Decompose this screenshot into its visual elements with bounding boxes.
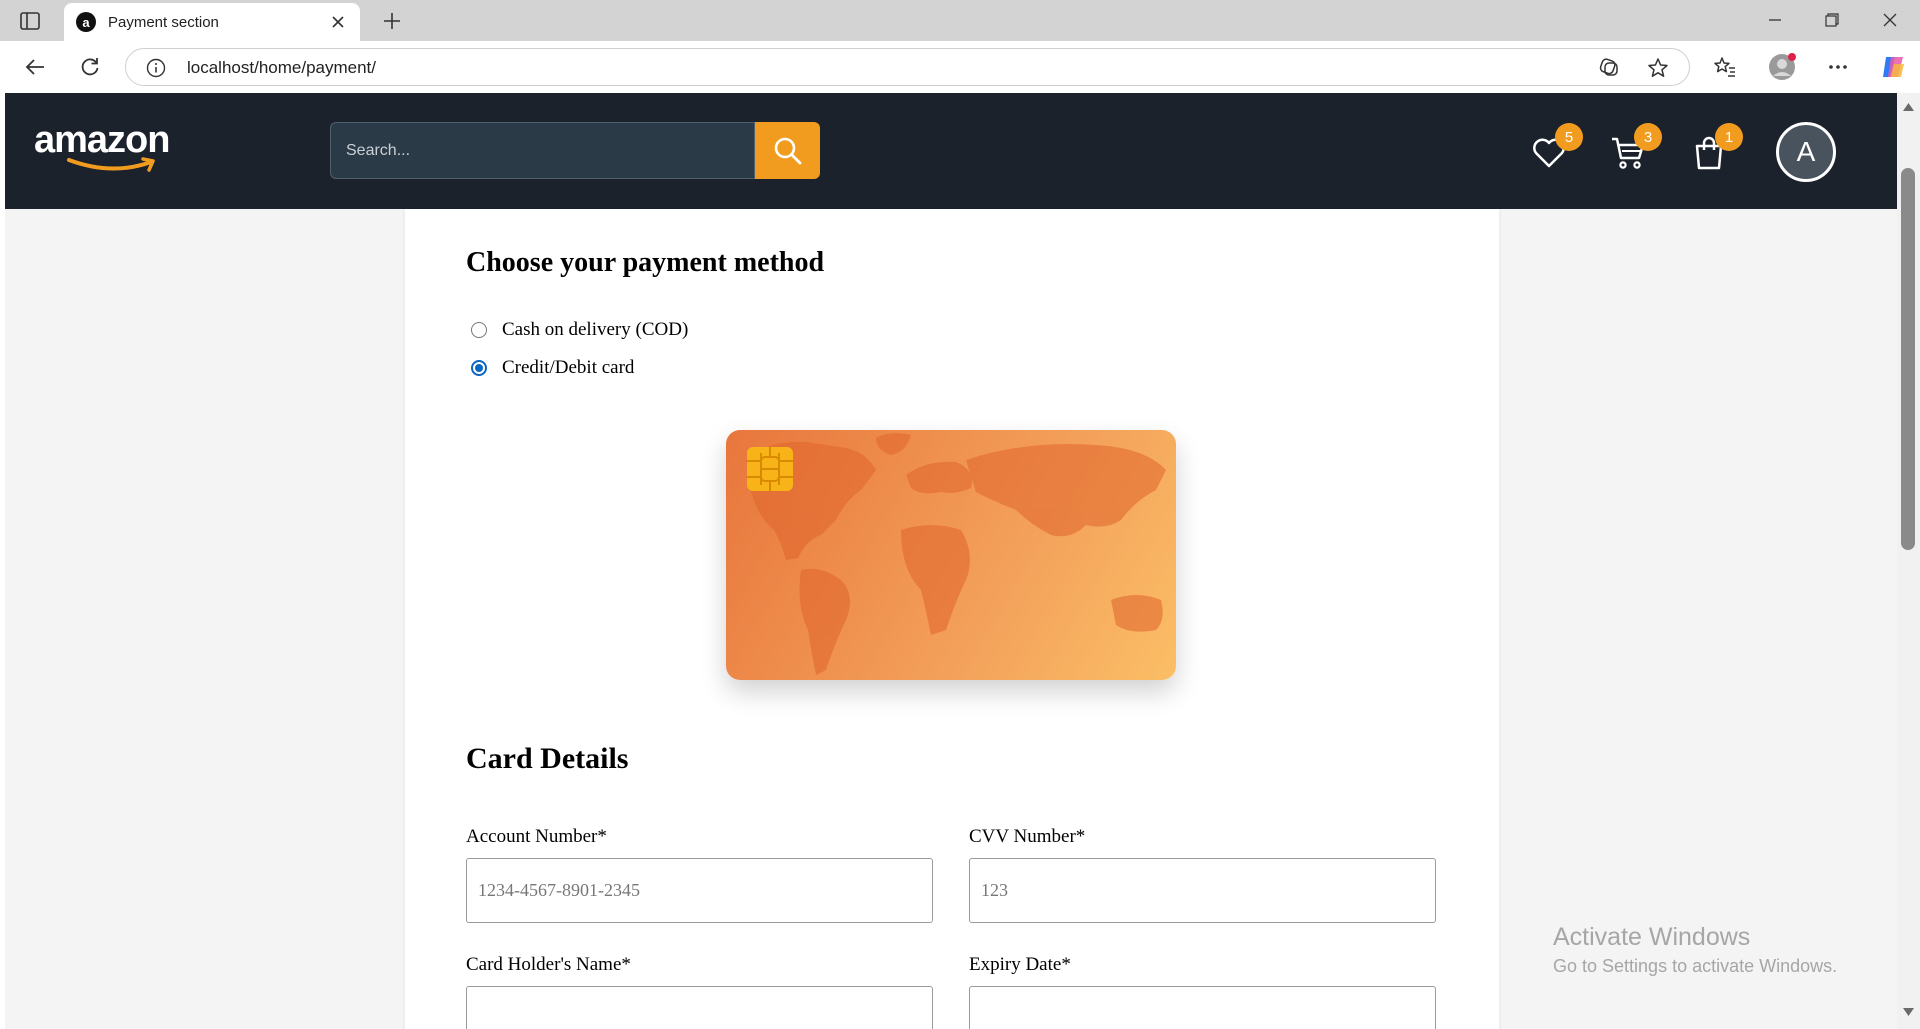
search-button[interactable] [755, 122, 820, 179]
new-tab-icon[interactable] [378, 8, 406, 34]
cart-button[interactable]: 3 [1608, 123, 1662, 173]
wishlist-button[interactable]: 5 [1529, 123, 1583, 173]
amazon-favicon-icon: a [76, 12, 96, 32]
cvv-number-label: CVV Number* [969, 826, 1086, 847]
cod-radio[interactable] [471, 322, 487, 338]
cvv-number-input[interactable] [969, 858, 1436, 923]
credit-card-illustration [726, 430, 1176, 680]
payment-method-title: Choose your payment method [466, 247, 825, 278]
favorites-list-icon[interactable] [1708, 51, 1742, 83]
back-arrow-icon[interactable] [18, 51, 52, 83]
favorite-star-icon[interactable] [1647, 57, 1669, 79]
account-number-input[interactable] [466, 858, 933, 923]
more-options-icon[interactable] [1821, 51, 1855, 83]
page-viewport: amazon 5 3 1 A Choose your payment metho [5, 93, 1897, 1029]
watermark-subtitle: Go to Settings to activate Windows. [1553, 956, 1838, 976]
tab-title: Payment section [108, 13, 219, 31]
copilot-page-icon[interactable] [1598, 57, 1620, 79]
search-field[interactable] [330, 122, 755, 179]
tab-actions-icon[interactable] [16, 8, 44, 34]
url-text[interactable]: localhost/home/payment/ [187, 58, 376, 78]
wishlist-count-badge: 5 [1555, 123, 1583, 151]
cart-count-badge: 3 [1634, 123, 1662, 151]
cod-label[interactable]: Cash on delivery (COD) [502, 319, 688, 341]
payment-panel: Choose your payment method Cash on deliv… [405, 209, 1499, 1029]
restore-icon[interactable] [1812, 4, 1852, 36]
tab-payment-section[interactable]: a Payment section [64, 3, 360, 41]
address-bar-row: localhost/home/payment/ [0, 41, 1920, 93]
browser-tab-bar: a Payment section [0, 0, 1920, 41]
scroll-down-icon[interactable] [1903, 1008, 1914, 1016]
payment-option-cod[interactable]: Cash on delivery (COD) [471, 319, 688, 341]
address-bar[interactable]: localhost/home/payment/ [125, 48, 1690, 86]
card-radio[interactable] [471, 360, 487, 376]
account-number-label: Account Number* [466, 826, 607, 847]
orders-button[interactable]: 1 [1689, 123, 1743, 173]
minimize-icon[interactable] [1755, 4, 1795, 36]
scroll-up-icon[interactable] [1903, 103, 1914, 111]
close-tab-icon[interactable] [328, 12, 348, 32]
site-info-icon[interactable] [146, 58, 166, 83]
expiry-date-label: Expiry Date* [969, 954, 1071, 975]
logo-smile-icon [67, 157, 155, 172]
profile-avatar-icon[interactable] [1766, 51, 1800, 83]
close-window-icon[interactable] [1870, 4, 1910, 36]
search-icon [774, 137, 801, 164]
site-header: amazon 5 3 1 A [5, 93, 1897, 209]
page-scrollbar[interactable] [1897, 93, 1920, 1029]
card-details-title: Card Details [466, 742, 629, 775]
amazon-logo[interactable]: amazon [34, 119, 184, 179]
copilot-icon[interactable] [1876, 51, 1910, 83]
card-chip-icon [747, 447, 793, 491]
activate-windows-watermark: Activate Windows Go to Settings to activ… [1553, 923, 1837, 977]
watermark-title: Activate Windows [1553, 923, 1751, 951]
card-label[interactable]: Credit/Debit card [502, 357, 634, 379]
world-map-icon [746, 433, 1166, 675]
expiry-date-input[interactable] [969, 986, 1436, 1029]
search-input[interactable] [331, 123, 754, 178]
reload-icon[interactable] [73, 51, 107, 83]
scroll-thumb[interactable] [1901, 168, 1915, 550]
payment-option-card[interactable]: Credit/Debit card [471, 357, 634, 379]
card-holder-name-input[interactable] [466, 986, 933, 1029]
card-holder-name-label: Card Holder's Name* [466, 954, 631, 975]
orders-count-badge: 1 [1715, 123, 1743, 151]
user-avatar[interactable]: A [1776, 122, 1836, 182]
